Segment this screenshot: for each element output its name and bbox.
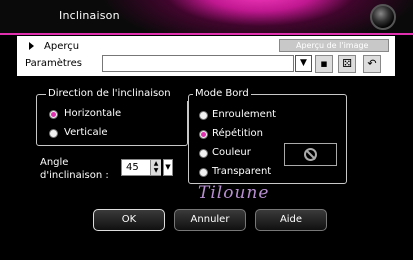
close-button[interactable] — [370, 4, 396, 30]
window-title: Inclinaison — [59, 9, 120, 22]
radio-couleur[interactable] — [199, 149, 208, 158]
presets-label: Paramètres — [25, 58, 83, 69]
radio-transparent[interactable] — [199, 168, 208, 177]
radio-label-repetition: Répétition — [212, 128, 264, 139]
radio-label-horizontale: Horizontale — [64, 108, 122, 119]
title-bar: Inclinaison — [0, 0, 413, 33]
radio-horizontale[interactable] — [49, 110, 58, 119]
direction-group: Direction de l'inclinaison Horizontale V… — [36, 87, 192, 146]
radio-repetition[interactable] — [199, 130, 208, 139]
dialog: Inclinaison Aperçu Paramètres Aperçu de … — [0, 0, 413, 260]
no-color-icon — [304, 148, 317, 161]
preset-panel: Aperçu Paramètres Aperçu de l'image ▼ ▪ … — [17, 36, 395, 76]
radio-verticale[interactable] — [49, 129, 58, 138]
dice-icon[interactable]: ⚄ — [338, 55, 356, 73]
cancel-button[interactable]: Annuler — [174, 209, 246, 231]
angle-stepper[interactable]: ▲ ▼ — [150, 160, 161, 175]
presets-input[interactable] — [102, 55, 294, 72]
preview-toggle[interactable]: Aperçu — [44, 41, 79, 52]
edge-mode-group: Mode Bord Enroulement Répétition Couleur… — [188, 87, 347, 184]
preset-top-field: Aperçu de l'image — [279, 39, 389, 52]
expand-arrow-icon[interactable] — [29, 42, 34, 50]
edge-mode-group-title: Mode Bord — [193, 87, 251, 101]
color-swatch[interactable] — [284, 143, 337, 166]
radio-label-couleur: Couleur — [212, 147, 251, 158]
radio-label-transparent: Transparent — [212, 166, 272, 177]
save-icon[interactable]: ▪ — [315, 55, 333, 73]
radio-label-enroulement: Enroulement — [212, 109, 277, 120]
angle-dropdown-icon[interactable]: ▼ — [163, 159, 173, 176]
radio-label-verticale: Verticale — [64, 127, 108, 138]
ok-button[interactable]: OK — [93, 209, 165, 231]
double-chevron-down-icon[interactable]: ▼ — [295, 55, 312, 72]
radio-enroulement[interactable] — [199, 111, 208, 120]
title-divider — [0, 33, 413, 35]
angle-label: Angle d'inclinaison : — [40, 156, 109, 182]
angle-label-line1: Angle — [40, 157, 69, 168]
direction-group-title: Direction de l'inclinaison — [46, 87, 192, 101]
signature-watermark: Tiloune — [198, 183, 270, 203]
help-button[interactable]: Aide — [255, 209, 327, 231]
angle-label-line2: d'inclinaison : — [40, 170, 109, 181]
reset-icon[interactable]: ↶ — [363, 55, 381, 73]
